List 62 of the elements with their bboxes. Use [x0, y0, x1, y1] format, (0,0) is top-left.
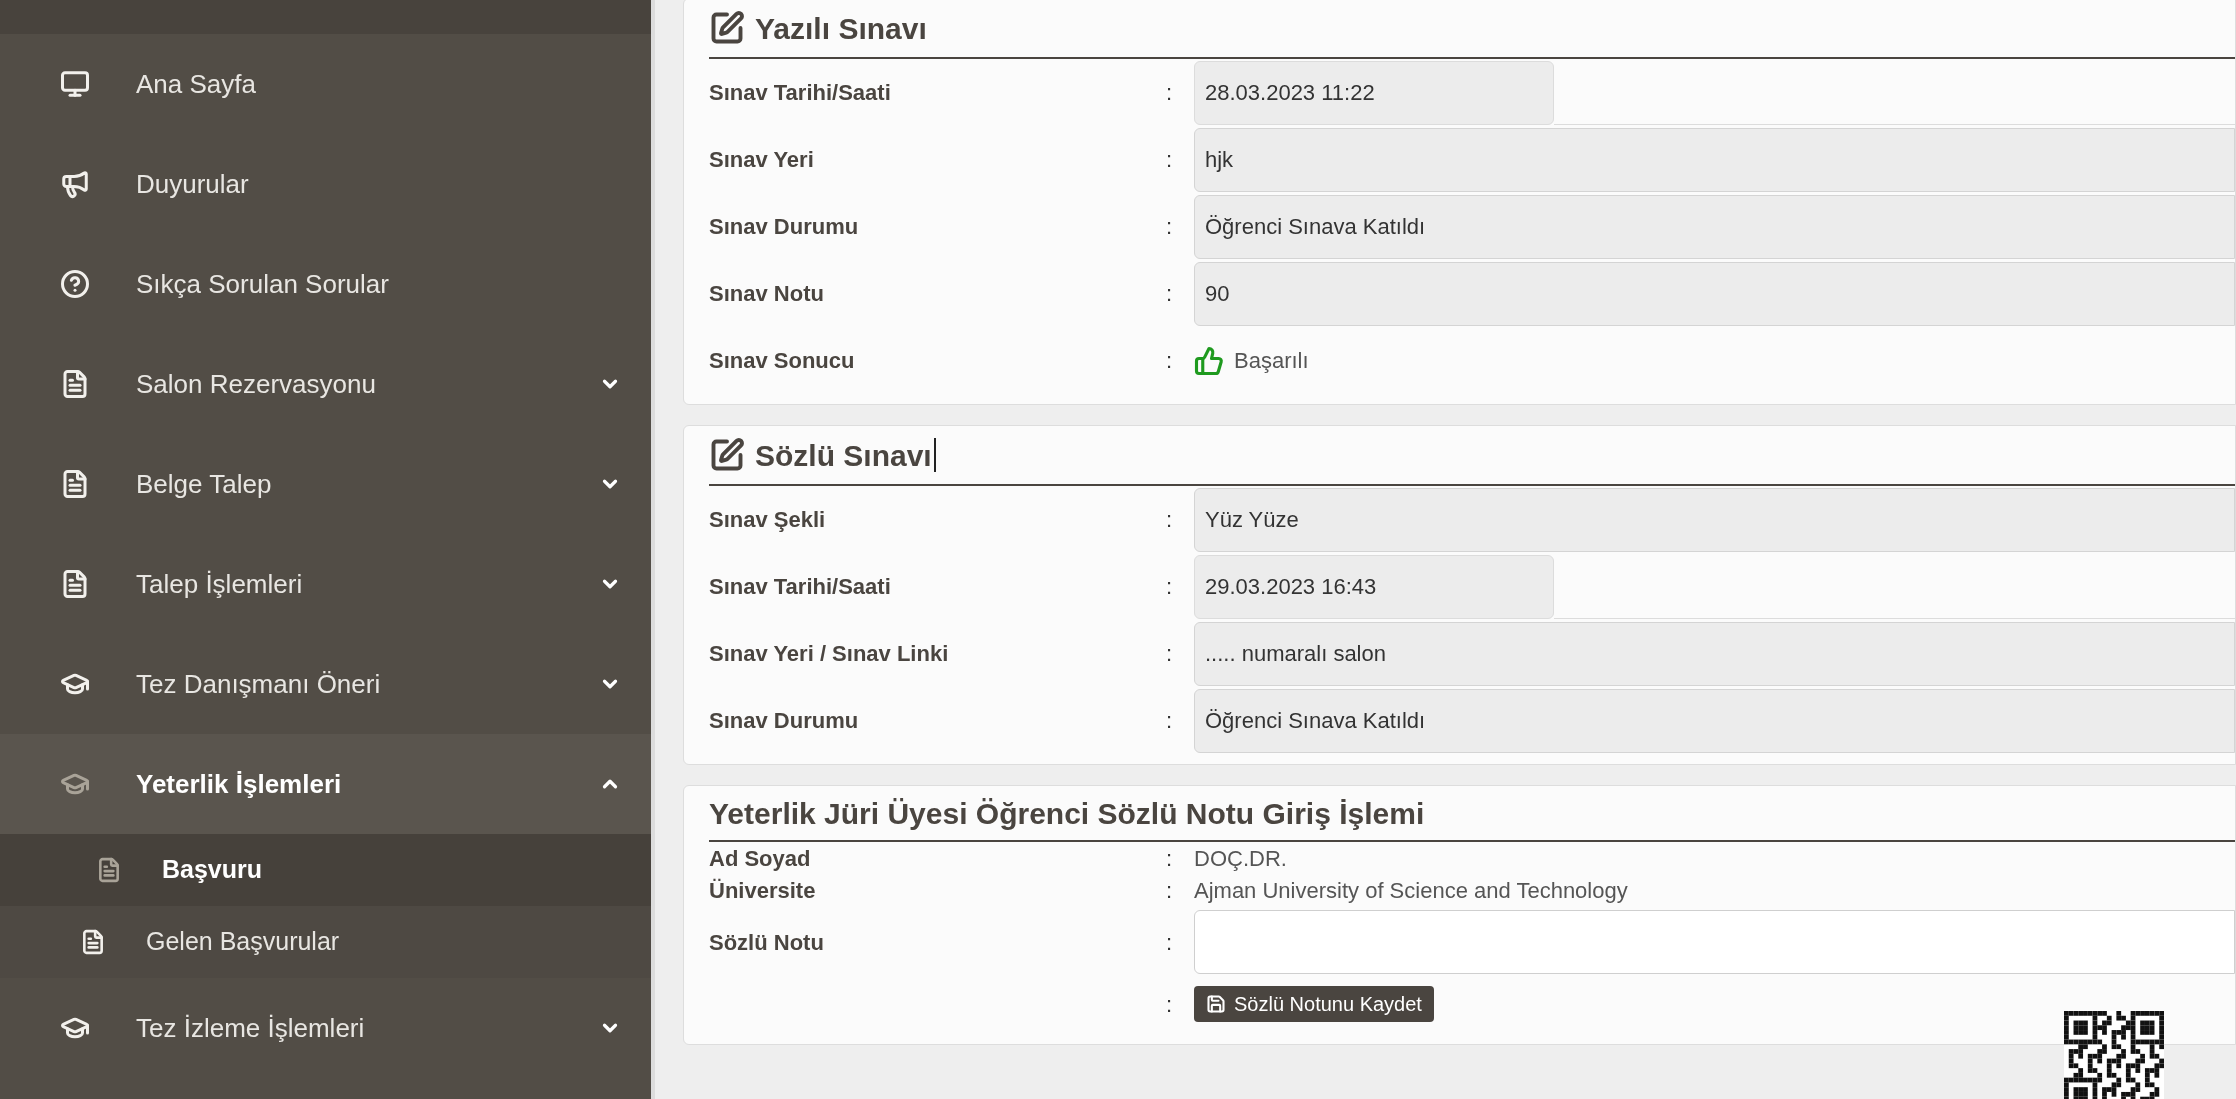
sidebar-item[interactable]: Tez İzleme İşlemleri: [0, 978, 651, 1078]
colon: :: [1166, 574, 1173, 599]
colon: :: [1166, 147, 1173, 172]
field-label: Sınav Yeri / Sınav Linki: [709, 640, 950, 668]
sidebar-item[interactable]: Talep İşlemleri: [0, 534, 651, 634]
sidebar-item[interactable]: Yeterlik İşlemleri: [0, 734, 651, 834]
readonly-field: Yüz Yüze: [1194, 487, 2235, 552]
sidebar-item[interactable]: Tez Danışmanı Öneri: [0, 634, 651, 734]
readonly-field: hjk: [1194, 127, 2235, 192]
field-label: Sınav Sonucu: [709, 347, 856, 375]
readonly-field: Öğrenci Sınava Katıldı: [1194, 194, 2235, 259]
sidebar-item[interactable]: Ana Sayfa: [0, 34, 651, 134]
readonly-field: Öğrenci Sınava Katıldı: [1194, 688, 2235, 753]
field-label: Üniversite: [709, 876, 817, 905]
field-label: Ad Soyad: [709, 844, 812, 873]
megaphone-icon: [60, 169, 90, 199]
help-icon: [60, 269, 90, 299]
field-label: Sınav Notu: [709, 280, 825, 308]
field-label: Sözlü Notu: [709, 928, 825, 957]
save-button[interactable]: Sözlü Notunu Kaydet: [1194, 986, 1434, 1022]
section-title: Yazılı Sınavı: [755, 10, 927, 47]
grade-input[interactable]: [1194, 910, 2235, 974]
readonly-field: 29.03.2023 16:43: [1194, 554, 1554, 619]
document-icon: [96, 857, 122, 883]
colon: :: [1166, 877, 1173, 903]
edit-icon: [709, 10, 745, 46]
colon: :: [1166, 80, 1173, 105]
field-label: Sınav Tarihi/Saati: [709, 573, 892, 601]
submenu-item[interactable]: Başvuru: [0, 834, 651, 906]
document-icon: [80, 929, 106, 955]
field-label: Sınav Durumu: [709, 213, 860, 241]
field-value: Ajman University of Science and Technology: [1194, 876, 1628, 905]
field-value: DOÇ.DR.: [1194, 844, 1287, 873]
field-label: Sınav Şekli: [709, 506, 827, 534]
readonly-field: 28.03.2023 11:22: [1194, 60, 1554, 125]
edit-icon: [709, 437, 745, 473]
sidebar-item[interactable]: Belge Talep: [0, 434, 651, 534]
form-title: Yeterlik Jüri Üyesi Öğrenci Sözlü Notu Giriş İşlemi: [709, 796, 1425, 832]
monitor-icon: [60, 69, 90, 99]
submenu-item[interactable]: Gelen Başvurular: [0, 906, 651, 978]
colon: :: [1166, 641, 1173, 666]
save-icon: [1206, 994, 1226, 1014]
colon: :: [1166, 991, 1173, 1017]
colon: :: [1166, 845, 1173, 871]
colon: :: [1166, 507, 1173, 532]
result-text: Başarılı: [1234, 347, 1309, 375]
readonly-field: 90: [1194, 261, 2235, 326]
field-label: Sınav Tarihi/Saati: [709, 79, 892, 107]
colon: :: [1166, 214, 1173, 239]
colon: :: [1166, 708, 1173, 733]
sidebar-item[interactable]: Salon Rezervasyonu: [0, 334, 651, 434]
text-cursor: [933, 438, 936, 472]
field-label: Sınav Yeri: [709, 146, 815, 174]
colon: :: [1166, 929, 1173, 955]
field-label: Sınav Durumu: [709, 707, 860, 735]
colon: :: [1166, 281, 1173, 306]
colon: :: [1166, 348, 1173, 373]
sidebar-item[interactable]: Sıkça Sorulan Sorular: [0, 234, 651, 334]
readonly-field: ..... numaralı salon: [1194, 621, 2235, 686]
thumbs-up-icon: [1194, 345, 1224, 376]
section-title: Sözlü Sınavı: [755, 437, 932, 474]
sidebar-item[interactable]: Duyurular: [0, 134, 651, 234]
